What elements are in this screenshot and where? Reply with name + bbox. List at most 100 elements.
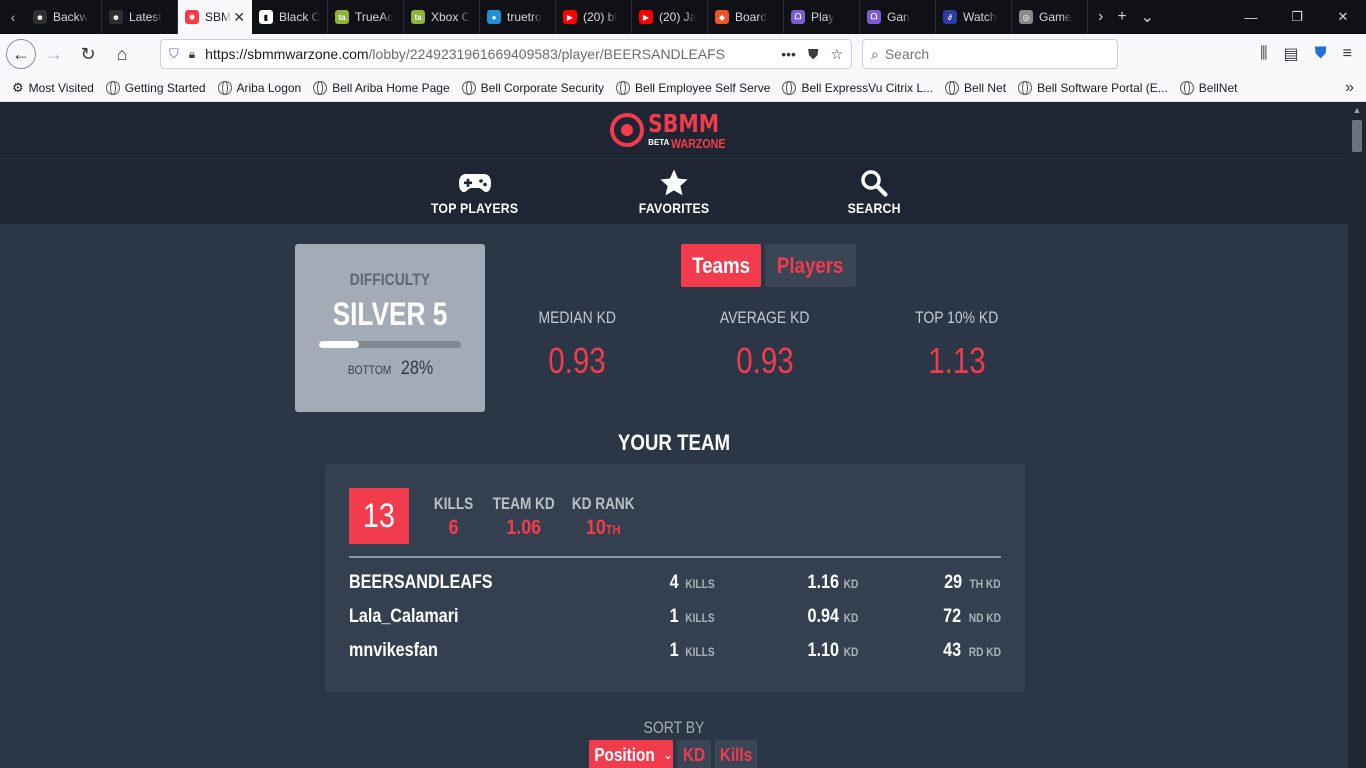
tab-label: TrueAc: [355, 10, 394, 24]
teams-tab-label: Teams: [692, 252, 750, 278]
search-input[interactable]: [884, 46, 1095, 62]
player-kd-unit: KD: [843, 645, 858, 659]
reload-button[interactable]: ↻: [72, 38, 104, 70]
tab-bar: ‹ ☻ Backw ☻ Latest ✺ SBM ✕ ▮ Black Cta TrueAc ta Xb…: [0, 0, 1366, 34]
url-domain: https://sbmmwarzone.com: [205, 46, 369, 62]
browser-tab[interactable]: ᗝ Play: [784, 0, 860, 34]
bookmark-item[interactable]: Getting Started: [105, 80, 206, 96]
browser-tab[interactable]: ☻ Backw: [26, 0, 102, 34]
tab-favicon-icon: ∂: [943, 10, 957, 24]
back-button[interactable]: ←: [6, 39, 36, 69]
sort-kills-button[interactable]: Kills: [715, 740, 757, 768]
browser-tab[interactable]: ta Xbox C: [404, 0, 480, 34]
arrow-right-icon: →: [45, 43, 63, 64]
player-name[interactable]: Lala_Calamari: [349, 606, 459, 628]
gamepad-icon: [458, 168, 492, 198]
tab-scroll-left-button[interactable]: ‹: [0, 0, 26, 34]
browser-tab[interactable]: ▶ (20) Ja: [632, 0, 708, 34]
bookmark-item[interactable]: Bell ExpressVu Citrix L...: [782, 80, 933, 96]
minimize-button[interactable]: —: [1228, 0, 1274, 34]
bookmark-item[interactable]: Bell Ariba Home Page: [313, 80, 450, 96]
nav-favorites[interactable]: FAVORITES: [599, 159, 749, 225]
new-tab-button[interactable]: +: [1117, 8, 1126, 26]
tab-label: (20) bl: [583, 10, 618, 24]
tab-scroll-right-button[interactable]: ›: [1098, 8, 1103, 26]
search-box[interactable]: ⌕: [862, 39, 1118, 69]
extension-icon[interactable]: ⛊: [1315, 45, 1327, 63]
nav-top-players[interactable]: TOP PLAYERS: [400, 159, 550, 225]
page-scrollbar[interactable]: ▲: [1348, 102, 1366, 768]
bookmark-item[interactable]: Bell Software Portal (E...: [1018, 80, 1168, 96]
list-all-tabs-button[interactable]: ⌄: [1141, 7, 1154, 27]
bookmark-label: Bell Ariba Home Page: [332, 80, 450, 95]
bookmark-item[interactable]: Bell Corporate Security: [461, 80, 604, 96]
search-icon: ⌕: [871, 45, 879, 62]
bookmark-label: Most Visited: [28, 80, 94, 95]
tracking-protection-icon[interactable]: ⛉: [169, 46, 179, 62]
browser-tab[interactable]: ☻ Latest: [102, 0, 178, 34]
nav-search[interactable]: SEARCH: [799, 159, 949, 225]
bookmark-item[interactable]: ⚙ Most Visited: [12, 80, 94, 96]
stat-label: AVERAGE KD: [720, 308, 810, 327]
scrollbar-thumb[interactable]: [1352, 120, 1362, 152]
sort-kd-button[interactable]: KD: [677, 740, 711, 768]
players-tab[interactable]: Players: [765, 244, 856, 287]
difficulty-progress-fill: [319, 341, 359, 348]
player-kills-unit: KILLS: [685, 611, 715, 625]
sort-position-button[interactable]: Position ⌄: [589, 740, 673, 768]
url-text[interactable]: https://sbmmwarzone.com/lobby/2249231961…: [205, 46, 769, 62]
stat-top-10-kd: TOP 10% KD 1.13: [872, 308, 1042, 382]
player-row[interactable]: BEERSANDLEAFS 4 KILLS 1.16 KD 29 TH KD: [349, 572, 1001, 596]
browser-tab[interactable]: ta TrueAc: [328, 0, 404, 34]
browser-tab[interactable]: ◆ Board: [708, 0, 784, 34]
browser-tab[interactable]: ▶ (20) bl: [556, 0, 632, 34]
player-row[interactable]: mnvikesfan 1 KILLS 1.10 KD 43 RD KD: [349, 640, 1001, 664]
tab-favicon-icon: ✺: [185, 10, 199, 24]
home-button[interactable]: ⌂: [106, 38, 138, 70]
player-row[interactable]: Lala_Calamari 1 KILLS 0.94 KD 72 ND KD: [349, 606, 1001, 630]
browser-tab[interactable]: ᗝ Gan: [860, 0, 936, 34]
globe-icon: [945, 80, 960, 95]
browser-tab[interactable]: ◎ Game: [1012, 0, 1088, 34]
bookmark-item[interactable]: Bell Employee Self Serve: [616, 80, 770, 96]
player-name[interactable]: mnvikesfan: [349, 640, 438, 662]
sidebar-icon[interactable]: ▤: [1284, 44, 1299, 64]
page-actions-button[interactable]: •••: [781, 46, 796, 62]
player-rank-unit: RD KD: [968, 645, 1001, 659]
team-kills-label: KILLS: [433, 494, 474, 513]
teams-tab[interactable]: Teams: [681, 244, 761, 287]
bookmark-item[interactable]: BellNet: [1179, 80, 1238, 96]
player-name[interactable]: BEERSANDLEAFS: [349, 572, 493, 594]
player-rank-unit: ND KD: [968, 611, 1001, 625]
bookmark-star-icon[interactable]: ☆: [830, 46, 843, 63]
site-logo[interactable]: SBMM BETA WARZONE: [610, 111, 738, 150]
pocket-icon[interactable]: ⛊: [808, 46, 819, 63]
browser-tab[interactable]: ✺ SBM ✕: [178, 0, 252, 34]
bookmark-item[interactable]: Bell Net: [945, 80, 1006, 96]
browser-tab[interactable]: ∂ Watch: [936, 0, 1012, 34]
bookmark-label: BellNet: [1198, 80, 1238, 95]
url-bar[interactable]: ⛉ 🔒︎ https://sbmmwarzone.com/lobby/22492…: [160, 39, 852, 69]
close-window-button[interactable]: ✕: [1320, 0, 1366, 34]
lock-icon[interactable]: 🔒︎: [189, 47, 195, 62]
tab-label: Black C: [279, 10, 320, 24]
team-kd-rank-suffix: TH: [605, 522, 621, 537]
stat-value: 0.93: [736, 340, 794, 381]
menu-icon[interactable]: ≡: [1343, 45, 1352, 63]
player-kd-rank: 72 ND KD: [940, 606, 1001, 628]
team-divider: [349, 556, 1001, 558]
crosshair-logo-icon: [610, 113, 645, 147]
tab-label: Backw: [53, 10, 89, 24]
player-kills: 1 KILLS: [668, 606, 715, 628]
scroll-up-arrow-icon[interactable]: ▲: [1348, 102, 1366, 118]
library-icon[interactable]: ⫼: [1260, 45, 1267, 63]
player-kills-value: 1: [669, 606, 679, 627]
close-tab-icon[interactable]: ✕: [233, 9, 245, 26]
forward-button[interactable]: →: [38, 38, 70, 70]
restore-button[interactable]: ❐: [1274, 0, 1320, 34]
bookmarks-overflow-icon[interactable]: »: [1345, 79, 1354, 97]
team-panel: 13 KILLS 6 TEAM KD 1.06 KD RANK 10TH BEE…: [325, 464, 1025, 692]
browser-tab[interactable]: ● truetro: [480, 0, 556, 34]
bookmark-item[interactable]: Ariba Logon: [217, 80, 301, 96]
browser-tab[interactable]: ▮ Black C: [252, 0, 328, 34]
